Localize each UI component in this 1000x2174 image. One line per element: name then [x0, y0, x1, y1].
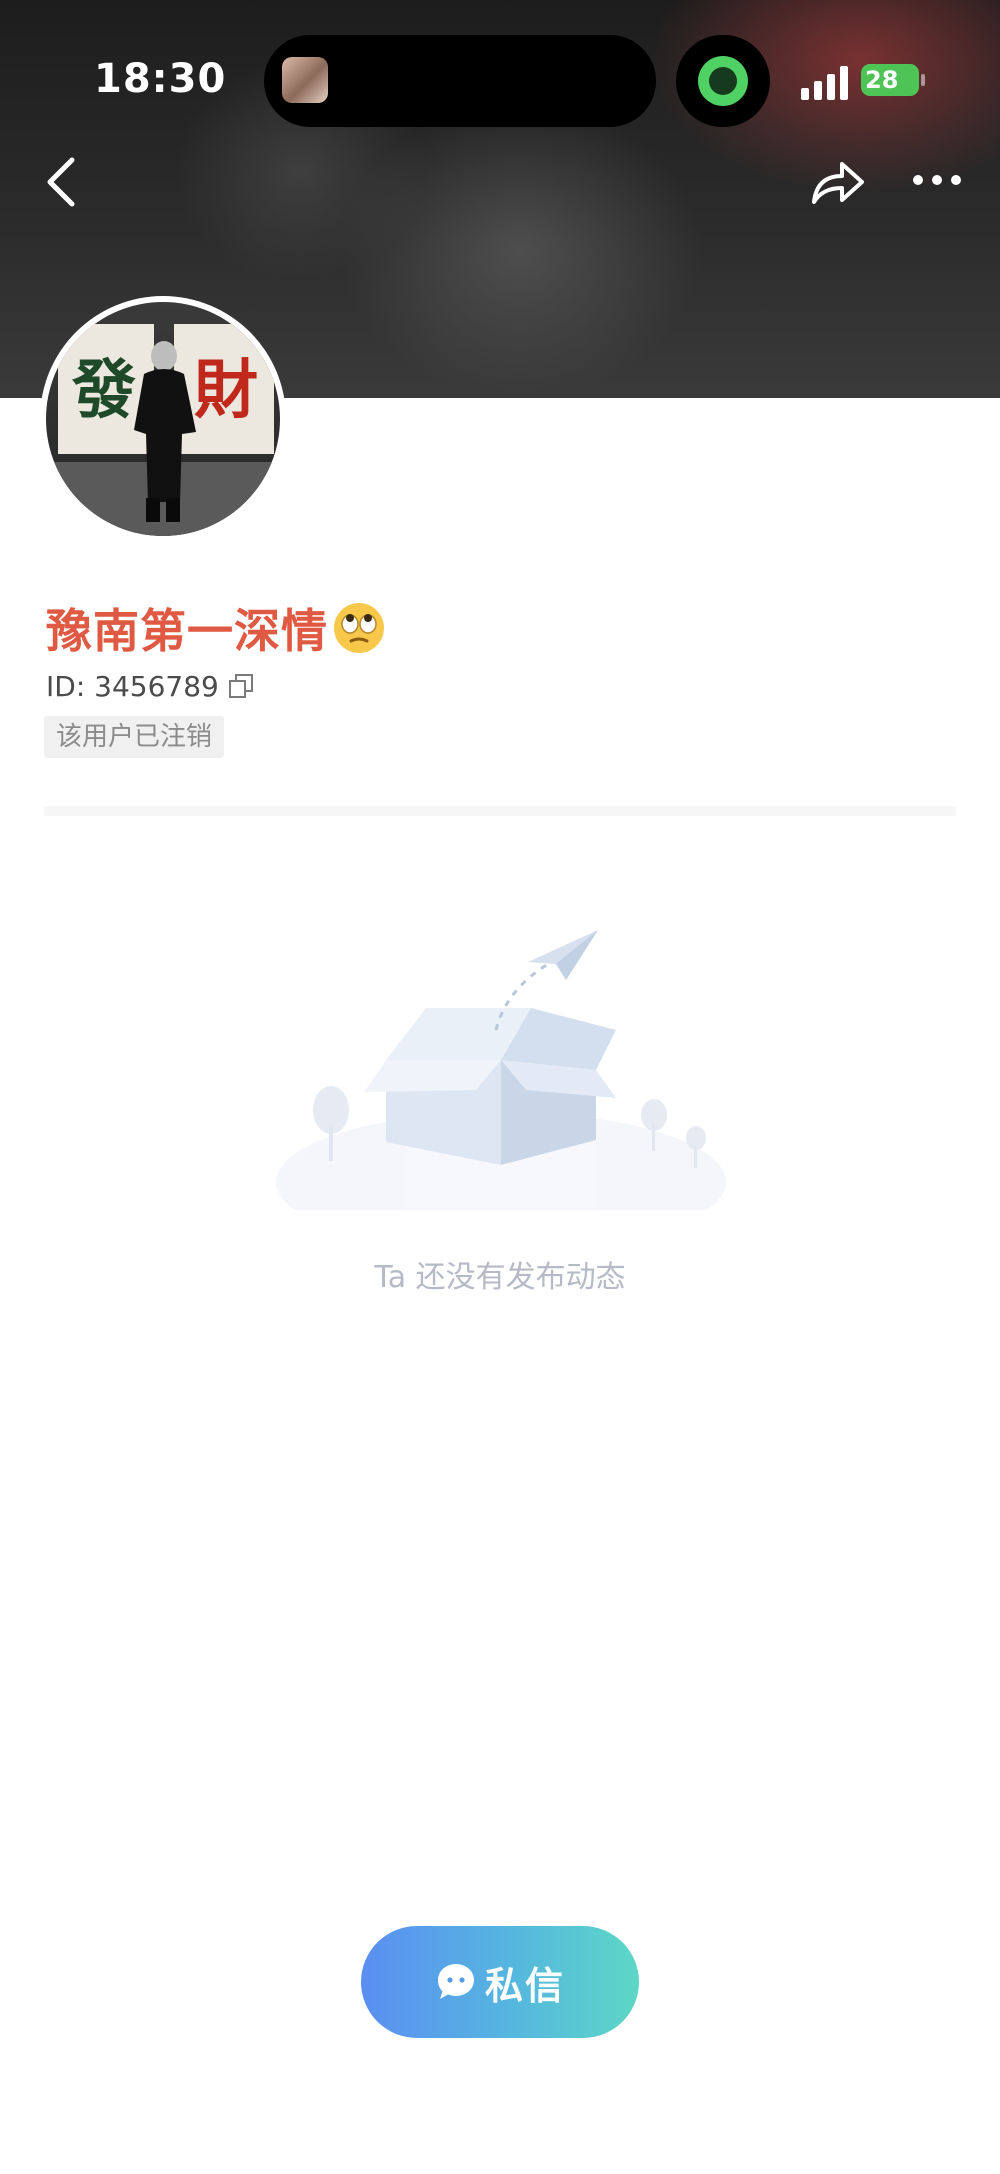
share-arrow-icon[interactable]: [810, 154, 866, 208]
chevron-left-icon[interactable]: [42, 154, 82, 210]
rolling-eyes-emoji: [334, 603, 384, 653]
empty-box-illustration: [276, 930, 726, 1210]
private-message-label: 私信: [484, 1963, 565, 2008]
status-time: 18:30: [94, 56, 227, 102]
battery-level: 28: [865, 66, 899, 94]
copy-icon[interactable]: [227, 672, 255, 700]
empty-state-message: Ta 还没有发布动态: [374, 1260, 626, 1295]
nickname: 豫南第一深情: [46, 604, 328, 658]
status-badge: 该用户已注销: [44, 716, 225, 758]
now-playing-thumbnail: [282, 57, 328, 103]
avatar-photo: 發 財: [46, 302, 280, 536]
private-message-button[interactable]: 私信: [361, 1926, 639, 2038]
user-id: ID: 3456789: [46, 669, 219, 703]
section-divider: [44, 806, 956, 816]
app-status-ring-icon: [698, 56, 748, 106]
cellular-signal-icon: [801, 66, 848, 100]
avatar-left-character: 發: [71, 353, 136, 428]
battery-tip: [921, 74, 925, 86]
dynamic-island-app-icon[interactable]: [676, 35, 770, 127]
user-id-row: ID: 3456789: [46, 668, 255, 704]
more-dots-icon[interactable]: [912, 170, 962, 190]
chat-bubble-icon: [437, 1964, 474, 1999]
battery-indicator: 28: [861, 64, 919, 96]
avatar[interactable]: 發 財: [40, 296, 286, 542]
dynamic-island[interactable]: [264, 35, 656, 127]
status-bar: 18:30 28: [0, 0, 1000, 160]
nickname-row: 豫南第一深情: [46, 598, 386, 658]
avatar-right-character: 財: [194, 353, 258, 428]
